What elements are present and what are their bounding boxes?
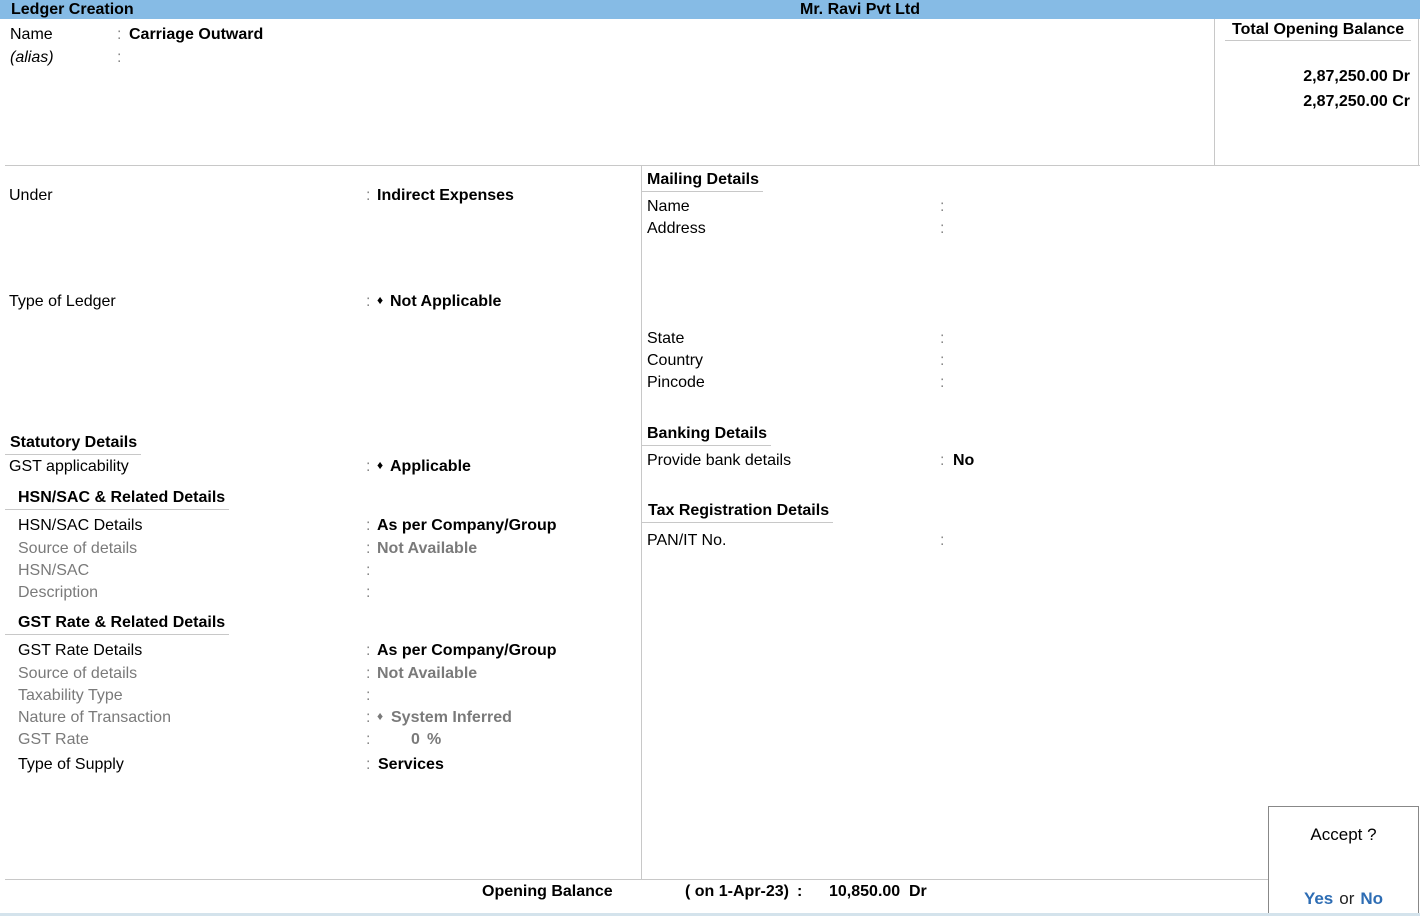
tob-right-border [1418,19,1419,165]
under-label: Under [9,187,53,204]
type-of-ledger-field[interactable]: Not Applicable [390,292,501,312]
type-of-ledger-label: Type of Ledger [9,293,116,310]
under-colon: : [366,187,371,204]
accept-or-text: or [1339,889,1355,908]
accept-options: Yes or No [1269,889,1418,909]
provide-bank-details-field[interactable]: No [953,451,974,471]
mailing-state-colon: : [940,330,945,347]
company-name: Mr. Ravi Pvt Ltd [800,1,921,18]
mailing-country-label: Country [647,352,704,369]
nature-of-transaction-label: Nature of Transaction [18,709,171,726]
mailing-pincode-field[interactable] [952,373,1352,393]
under-field[interactable]: Indirect Expenses [377,186,514,206]
pan-colon: : [940,532,945,549]
hsn-sac-details-colon: : [366,517,371,534]
gst-source-colon: : [366,665,371,682]
hsn-source-colon: : [366,540,371,557]
gst-applicability-colon: : [366,458,371,475]
hsn-sac-details-label: HSN/SAC Details [18,517,143,534]
accept-yes-button[interactable]: Yes [1304,889,1333,908]
gst-rate-colon: : [366,731,371,748]
statutory-details-heading: Statutory Details [5,433,142,455]
hsn-description-colon: : [366,584,371,601]
mailing-state-label: State [647,330,685,347]
alias-colon: : [117,49,122,66]
pan-label: PAN/IT No. [647,532,727,549]
tob-underline [1225,40,1411,41]
mailing-name-label: Name [647,198,690,215]
hsn-sac-label: HSN/SAC [18,562,90,579]
gst-rate-details-colon: : [366,642,371,659]
total-opening-credit: 2,87,250.00 Cr [1303,93,1410,110]
hsn-sac-heading: HSN/SAC & Related Details [5,488,230,510]
hsn-sac-colon: : [366,562,371,579]
mailing-country-colon: : [940,352,945,369]
name-field[interactable]: Carriage Outward [129,25,263,45]
type-of-ledger-colon: : [366,293,371,310]
gst-rate-label: GST Rate [18,731,89,748]
gst-rate-details-field[interactable]: As per Company/Group [377,641,557,661]
pan-field[interactable] [952,531,1352,551]
gst-rate-details-label: GST Rate Details [18,642,143,659]
provide-bank-details-label: Provide bank details [647,452,792,469]
gst-applicability-label: GST applicability [9,458,129,475]
screen-title: Ledger Creation [11,1,134,18]
diamond-icon: ♦ [377,709,384,723]
mailing-address-label: Address [647,220,706,237]
name-label: Name [10,26,53,43]
footer-divider [5,879,1268,880]
gst-source-label: Source of details [18,665,138,682]
accept-question: Accept ? [1310,825,1377,844]
gst-rate-value: 0 [411,731,420,748]
opening-balance-amount[interactable]: 10,850.00 [829,882,900,902]
opening-balance-colon: : [797,883,803,900]
mailing-state-field[interactable] [952,329,1352,349]
nature-of-transaction-value: System Inferred [391,709,512,726]
banking-details-heading: Banking Details [642,424,772,446]
hsn-description-label: Description [18,584,99,601]
name-colon: : [117,26,122,43]
type-of-supply-field[interactable]: Services [378,755,444,775]
diamond-icon: ♦ [377,458,384,472]
diamond-icon: ♦ [377,293,384,307]
hsn-source-value: Not Available [377,540,478,557]
mailing-pincode-label: Pincode [647,374,705,391]
nature-of-transaction-colon: : [366,709,371,726]
mailing-name-colon: : [940,198,945,215]
mailing-details-heading: Mailing Details [642,170,764,192]
hsn-sac-details-field[interactable]: As per Company/Group [377,516,557,536]
alias-field[interactable] [129,48,429,68]
mailing-pincode-colon: : [940,374,945,391]
mailing-address-colon: : [940,220,945,237]
tax-registration-heading: Tax Registration Details [642,501,834,523]
alias-label: (alias) [10,49,54,66]
total-opening-balance-panel: Total Opening Balance 2,87,250.00 Dr 2,8… [1214,19,1420,165]
gst-rate-unit: % [427,731,442,748]
gst-applicability-field[interactable]: Applicable [390,457,471,477]
mailing-country-field[interactable] [952,351,1352,371]
mailing-address-field[interactable] [952,219,1352,319]
provide-bank-details-colon: : [940,452,945,469]
type-of-supply-colon: : [366,756,371,773]
gst-source-value: Not Available [377,665,478,682]
opening-balance-date: ( on 1-Apr-23) [685,883,789,900]
taxability-type-label: Taxability Type [18,687,123,704]
accept-no-button[interactable]: No [1360,889,1383,908]
accept-dialog: Accept ? Yes or No [1268,806,1419,915]
header-divider [5,165,1420,166]
title-bar: Ledger Creation Mr. Ravi Pvt Ltd [0,0,1420,19]
opening-balance-drcr[interactable]: Dr [909,882,927,902]
hsn-source-label: Source of details [18,540,138,557]
gst-rate-heading: GST Rate & Related Details [5,613,230,635]
mailing-name-field[interactable] [952,197,1352,217]
taxability-type-colon: : [366,687,371,704]
total-opening-debit: 2,87,250.00 Dr [1303,68,1410,85]
opening-balance-label: Opening Balance [482,883,613,900]
type-of-supply-label: Type of Supply [18,756,124,773]
total-opening-balance-title: Total Opening Balance [1232,21,1405,38]
